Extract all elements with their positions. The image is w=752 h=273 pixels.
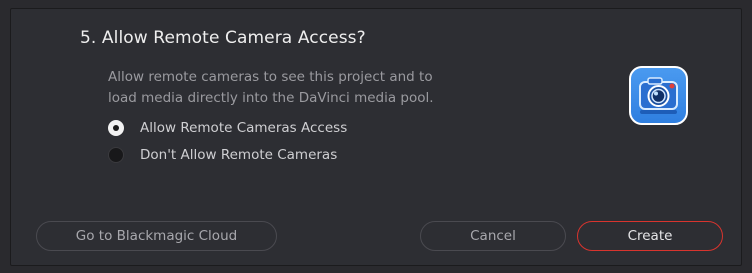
go-to-blackmagic-cloud-button[interactable]: Go to Blackmagic Cloud xyxy=(36,221,277,251)
remote-camera-dialog: 5. Allow Remote Camera Access? Allow rem… xyxy=(10,8,742,266)
dialog-description: Allow remote cameras to see this project… xyxy=(108,67,528,109)
description-line-1: Allow remote cameras to see this project… xyxy=(108,69,433,85)
remote-camera-app-icon xyxy=(629,66,688,125)
option-allow-remote-cameras[interactable]: Allow Remote Cameras Access xyxy=(108,118,347,138)
option-label: Allow Remote Cameras Access xyxy=(140,120,348,136)
cancel-button[interactable]: Cancel xyxy=(420,221,566,251)
create-button[interactable]: Create xyxy=(577,221,723,251)
radio-selected-icon[interactable] xyxy=(108,120,124,136)
description-line-2: load media directly into the DaVinci med… xyxy=(108,90,434,106)
option-label: Don't Allow Remote Cameras xyxy=(140,147,338,163)
dialog-title: 5. Allow Remote Camera Access? xyxy=(80,28,366,48)
option-dont-allow-remote-cameras[interactable]: Don't Allow Remote Cameras xyxy=(108,145,337,165)
radio-unselected-icon[interactable] xyxy=(108,147,124,163)
